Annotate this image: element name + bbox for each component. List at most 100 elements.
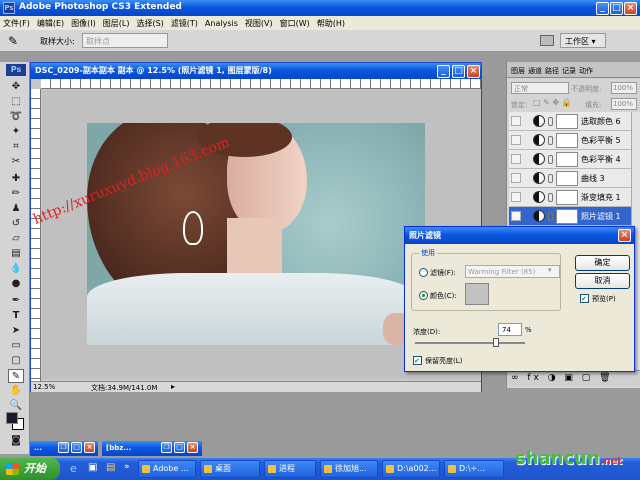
doc-close-button[interactable]: × — [467, 65, 480, 78]
palette-well-icon[interactable] — [540, 35, 554, 46]
min2-close-button[interactable]: × — [187, 442, 198, 453]
menu-item-6[interactable]: Analysis — [205, 19, 238, 28]
color-radio[interactable] — [419, 291, 428, 300]
blend-mode-select[interactable]: 正常 — [511, 82, 569, 94]
status-arrow-icon[interactable]: ▸ — [171, 382, 175, 391]
workspace-button[interactable]: 工作区 ▾ — [560, 33, 606, 48]
hand-tool-icon[interactable]: ✋ — [8, 384, 24, 398]
density-slider-track[interactable] — [415, 342, 525, 344]
fill-value[interactable]: 100% — [611, 98, 637, 110]
quicklaunch-ie-icon[interactable]: e — [70, 462, 77, 475]
density-input[interactable]: 74 — [498, 323, 522, 336]
lasso-tool-icon[interactable]: ➰ — [8, 110, 24, 124]
minimized-window-1[interactable]: ... ❐ □ × — [30, 441, 98, 456]
eyedropper-icon[interactable]: ✎ — [8, 34, 18, 48]
layer-row[interactable]: 选取颜色 6 — [509, 112, 631, 131]
taskbar-item[interactable]: D:\÷... — [444, 460, 504, 478]
lock-icons[interactable]: □ ✎ ✥ 🔒 — [533, 98, 572, 107]
quicklaunch-folder-icon[interactable]: ▤ — [106, 462, 115, 473]
filter-select[interactable]: Warming Filter (85) — [465, 265, 560, 278]
preview-checkbox[interactable]: ✔ — [580, 294, 589, 303]
magic-wand-icon[interactable]: ✦ — [8, 125, 24, 139]
visibility-eye-icon[interactable] — [511, 135, 521, 145]
layer-row[interactable]: 色彩平衡 5 — [509, 131, 631, 150]
layer-mask-thumbnail[interactable] — [556, 152, 578, 167]
pen-tool-icon[interactable]: ✒ — [8, 294, 24, 308]
slice-tool-icon[interactable]: ✂ — [8, 155, 24, 169]
quick-mask-icon[interactable]: ◙ — [8, 434, 24, 448]
min2-restore-button[interactable]: ❐ — [161, 442, 172, 453]
layer-mask-thumbnail[interactable] — [556, 133, 578, 148]
chain-link-icon[interactable] — [548, 155, 553, 164]
quicklaunch-desktop-icon[interactable]: ▣ — [88, 462, 97, 473]
menu-item-8[interactable]: 窗口(W) — [280, 19, 310, 28]
min2-max-button[interactable]: □ — [174, 442, 185, 453]
minimized-window-2[interactable]: [bbz... ❐ □ × — [102, 441, 202, 456]
visibility-eye-icon[interactable] — [511, 154, 521, 164]
menu-item-1[interactable]: 编辑(E) — [37, 19, 64, 28]
sample-size-select[interactable]: 取样点 — [82, 33, 168, 48]
menu-item-4[interactable]: 选择(S) — [136, 19, 163, 28]
ok-button[interactable]: 确定 — [575, 255, 630, 271]
color-swatch[interactable] — [465, 283, 489, 305]
menu-item-5[interactable]: 滤镜(T) — [171, 19, 198, 28]
preserve-luminosity-checkbox[interactable]: ✔ — [413, 356, 422, 365]
menu-item-0[interactable]: 文件(F) — [3, 19, 30, 28]
chain-link-icon[interactable] — [548, 212, 553, 221]
density-slider-thumb[interactable] — [493, 338, 500, 347]
panel-tab-2[interactable]: 路径 — [545, 67, 559, 75]
foreground-color-swatch[interactable] — [6, 412, 18, 424]
chain-link-icon[interactable] — [548, 117, 553, 126]
filter-radio[interactable] — [419, 268, 428, 277]
visibility-eye-icon[interactable] — [511, 173, 521, 183]
filter-select-arrow-icon[interactable]: ▾ — [548, 266, 552, 274]
maximize-button[interactable]: □ — [610, 2, 623, 15]
chain-link-icon[interactable] — [548, 193, 553, 202]
menu-item-7[interactable]: 视图(V) — [245, 19, 273, 28]
marquee-tool-icon[interactable]: ⬚ — [8, 95, 24, 109]
quicklaunch-more-icon[interactable]: » — [124, 462, 130, 472]
layer-row[interactable]: 色彩平衡 4 — [509, 150, 631, 169]
zoom-tool-icon[interactable]: 🔍 — [8, 399, 24, 413]
clone-stamp-icon[interactable]: ♟ — [8, 202, 24, 216]
taskbar-item[interactable]: 进程 — [264, 460, 316, 478]
layer-mask-thumbnail[interactable] — [556, 209, 578, 224]
layer-row[interactable]: 渐变填充 1 — [509, 188, 631, 207]
min1-max-button[interactable]: □ — [71, 442, 82, 453]
min1-close-button[interactable]: × — [84, 442, 95, 453]
notes-tool-icon[interactable]: ▢ — [8, 354, 24, 368]
minimize-button[interactable]: _ — [596, 2, 609, 15]
layer-mask-thumbnail[interactable] — [556, 190, 578, 205]
menu-item-9[interactable]: 帮助(H) — [317, 19, 345, 28]
healing-brush-icon[interactable]: ✚ — [8, 172, 24, 186]
menu-item-3[interactable]: 图层(L) — [103, 19, 130, 28]
chain-link-icon[interactable] — [548, 174, 553, 183]
move-tool-icon[interactable]: ✥ — [8, 80, 24, 94]
menu-item-2[interactable]: 图像(I) — [71, 19, 96, 28]
min1-restore-button[interactable]: ❐ — [58, 442, 69, 453]
close-button[interactable]: × — [624, 2, 637, 15]
taskbar-item[interactable]: 徐加旭... — [320, 460, 378, 478]
path-selection-icon[interactable]: ➤ — [8, 324, 24, 338]
crop-tool-icon[interactable]: ⌗ — [8, 140, 24, 154]
taskbar-item[interactable]: 桌面 — [200, 460, 260, 478]
layer-row[interactable]: 👁 照片滤镜 1 — [509, 207, 631, 226]
dialog-close-button[interactable]: × — [618, 229, 631, 242]
shape-tool-icon[interactable]: ▭ — [8, 339, 24, 353]
visibility-eye-icon[interactable] — [511, 116, 521, 126]
visibility-eye-icon[interactable]: 👁 — [511, 211, 521, 221]
panel-tab-1[interactable]: 通道 — [528, 67, 542, 75]
brush-tool-icon[interactable]: ✏ — [8, 187, 24, 201]
eyedropper-tool-icon[interactable]: ✎ — [8, 369, 24, 383]
chain-link-icon[interactable] — [548, 136, 553, 145]
layer-mask-thumbnail[interactable] — [556, 171, 578, 186]
eraser-tool-icon[interactable]: ▱ — [8, 232, 24, 246]
visibility-eye-icon[interactable] — [511, 192, 521, 202]
doc-minimize-button[interactable]: _ — [437, 65, 450, 78]
taskbar-item[interactable]: Adobe ... — [138, 460, 196, 478]
blur-tool-icon[interactable]: 💧 — [8, 262, 24, 276]
layer-row[interactable]: 曲线 3 — [509, 169, 631, 188]
photo-canvas[interactable] — [87, 123, 425, 345]
taskbar-item[interactable]: D:\a002... — [382, 460, 440, 478]
panel-tab-4[interactable]: 动作 — [579, 67, 593, 75]
